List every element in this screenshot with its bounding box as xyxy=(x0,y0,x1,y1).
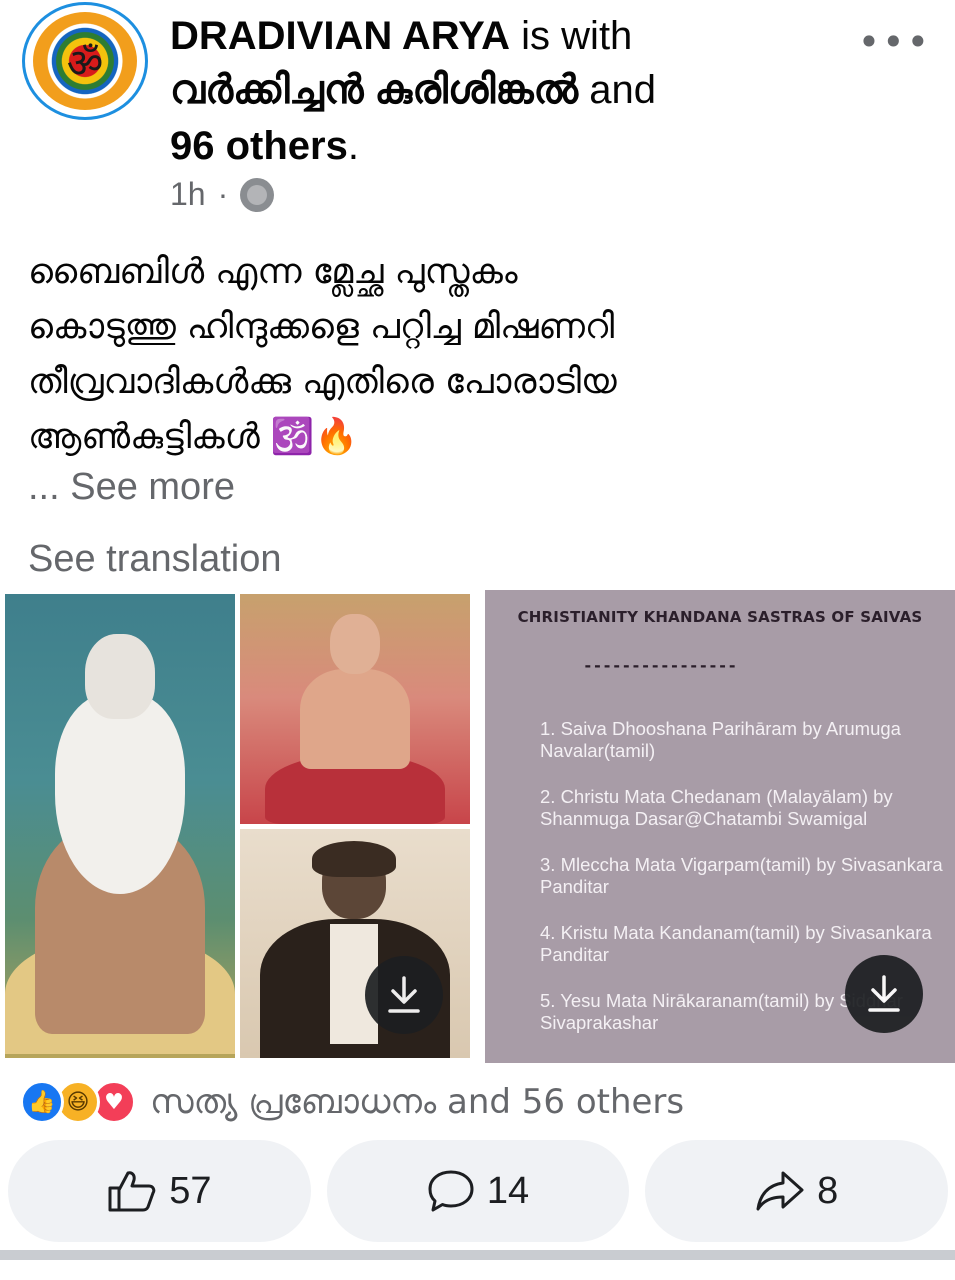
like-reaction-icon: 👍 xyxy=(20,1080,64,1124)
like-button[interactable]: 57 xyxy=(8,1140,311,1242)
post-meta: 1h · xyxy=(170,176,275,213)
others-link[interactable]: 96 others xyxy=(170,124,348,168)
sage-figure xyxy=(5,634,235,1054)
card-list-item: 1. Saiva Dhooshana Parihāram by Arumuga … xyxy=(540,718,901,761)
post-text-line: ആൺകുട്ടികൾ 🕉️🔥 xyxy=(28,417,359,457)
share-icon xyxy=(756,1171,804,1211)
with-label: is with xyxy=(521,14,633,58)
action-bar: 57 14 8 xyxy=(8,1140,949,1242)
meta-separator: · xyxy=(217,176,229,212)
download-icon xyxy=(388,976,420,1013)
globe-icon[interactable] xyxy=(240,177,275,212)
photo-seated-man[interactable] xyxy=(240,594,470,824)
om-symbol-icon: ॐ xyxy=(33,12,137,110)
share-count: 8 xyxy=(817,1169,839,1212)
post-title-line-2: വർക്കിച്ചൻ കുരിശിങ്കൽ and xyxy=(170,66,656,114)
post-title-line-1: DRADIVIAN ARYA is with xyxy=(170,12,632,60)
photo-sage[interactable] xyxy=(5,594,235,1058)
seated-figure xyxy=(265,614,445,824)
download-button[interactable] xyxy=(845,955,923,1033)
share-button[interactable]: 8 xyxy=(645,1140,949,1242)
post-text-line: ബൈബിൾ എന്ന മ്ലേച്ഛ പുസ്തകം xyxy=(28,252,518,292)
card-list-item: 3. Mleccha Mata Vigarpam(tamil) by Sivas… xyxy=(540,854,943,897)
post-title-line-3: 96 others. xyxy=(170,122,359,170)
comment-count: 14 xyxy=(486,1169,530,1212)
card-list-item: 2. Christu Mata Chedanam (Malayālam) by … xyxy=(540,786,893,829)
post-time[interactable]: 1h xyxy=(170,176,206,213)
comment-button[interactable]: 14 xyxy=(326,1140,630,1242)
download-button[interactable] xyxy=(365,956,443,1034)
author-avatar[interactable]: ॐ xyxy=(22,2,148,120)
author-name[interactable]: DRADIVIAN ARYA xyxy=(170,14,510,58)
post-header: ॐ DRADIVIAN ARYA is with വർക്കിച്ചൻ കുരി… xyxy=(0,0,955,225)
and-label: and xyxy=(589,68,656,112)
more-dots-icon[interactable]: ••• xyxy=(858,20,931,64)
card-divider: ---------------- xyxy=(582,656,738,675)
tagged-person[interactable]: വർക്കിച്ചൻ കുരിശിങ്കൽ xyxy=(170,68,578,112)
post-text-line: കൊടുത്തു ഹിന്ദുക്കളെ പറ്റിച്ച മിഷണറി xyxy=(28,307,615,347)
post-text-line: തീവ്രവാദികൾക്കു എതിരെ പോരാടിയ xyxy=(28,362,617,402)
see-translation-link[interactable]: See translation xyxy=(28,538,282,581)
like-count: 57 xyxy=(169,1169,212,1212)
bottom-divider xyxy=(0,1250,955,1260)
card-title: CHRISTIANITY KHANDANA SASTRAS OF SAIVAS xyxy=(517,608,923,626)
period: . xyxy=(347,124,359,168)
post-text: ബൈബിൾ എന്ന മ്ലേച്ഛ പുസ്തകം കൊടുത്തു ഹിന്… xyxy=(28,245,928,465)
comment-icon xyxy=(428,1170,474,1212)
reactions-summary[interactable]: 👍 😆 ♥ സത്യ പ്രബോധനം and 56 others xyxy=(20,1076,684,1128)
photo-turbaned-man[interactable] xyxy=(240,829,470,1058)
download-icon xyxy=(868,975,900,1012)
thumbs-up-icon xyxy=(108,1171,156,1212)
reactions-text: സത്യ പ്രബോധനം and 56 others xyxy=(150,1082,685,1122)
see-more-link[interactable]: ... See more xyxy=(28,466,235,509)
